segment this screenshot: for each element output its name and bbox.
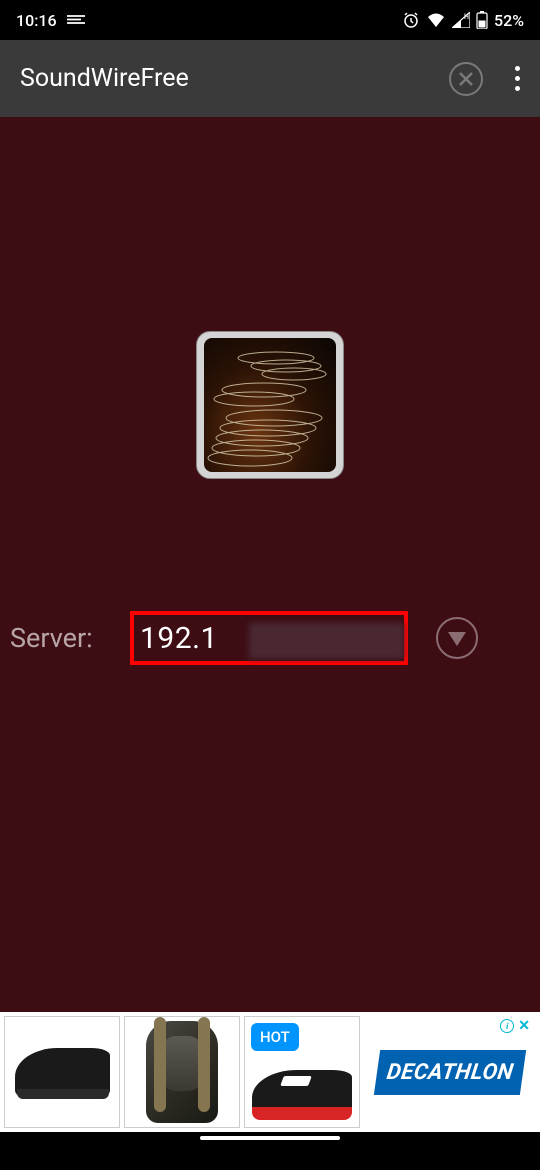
alarm-icon bbox=[402, 11, 420, 29]
main-content: Server: 192.1 bbox=[0, 117, 540, 1012]
signal-icon: H bbox=[452, 12, 470, 28]
navigation-bar bbox=[0, 1132, 540, 1170]
close-button[interactable] bbox=[449, 62, 483, 96]
shoe-icon bbox=[15, 1048, 110, 1096]
battery-icon bbox=[476, 11, 488, 29]
server-row: Server: 192.1 bbox=[0, 611, 540, 665]
server-input-value: 192.1 bbox=[140, 621, 218, 656]
home-handle[interactable] bbox=[200, 1136, 340, 1140]
ad-brand[interactable]: i ✕ DECATHLON bbox=[364, 1016, 536, 1128]
shoe-icon bbox=[252, 1070, 352, 1116]
app-bar-actions bbox=[449, 58, 528, 99]
server-dropdown-button[interactable] bbox=[436, 617, 478, 659]
brand-logo-text: DECATHLON bbox=[374, 1050, 527, 1095]
notification-icon bbox=[67, 15, 85, 25]
hot-badge: HOT bbox=[251, 1023, 299, 1051]
app-logo[interactable] bbox=[196, 331, 344, 479]
app-title: SoundWireFree bbox=[20, 64, 189, 93]
wifi-icon bbox=[426, 12, 446, 28]
coil-icon bbox=[204, 338, 336, 472]
ad-info-icon[interactable]: i bbox=[500, 1019, 514, 1033]
app-bar: SoundWireFree bbox=[0, 40, 540, 117]
ad-product-2[interactable] bbox=[124, 1016, 240, 1128]
ad-product-3[interactable]: HOT bbox=[244, 1016, 360, 1128]
server-input[interactable]: 192.1 bbox=[130, 611, 408, 665]
battery-percent: 52% bbox=[494, 11, 524, 30]
chevron-down-icon bbox=[448, 632, 466, 646]
ad-banner[interactable]: HOT i ✕ DECATHLON bbox=[0, 1012, 540, 1132]
overflow-menu-button[interactable] bbox=[507, 58, 528, 99]
status-left: 10:16 bbox=[16, 11, 85, 30]
ad-controls: i ✕ bbox=[500, 1018, 530, 1034]
close-icon bbox=[458, 71, 474, 87]
svg-text:H: H bbox=[464, 13, 469, 21]
status-right: H 52% bbox=[402, 11, 524, 30]
status-time: 10:16 bbox=[16, 11, 57, 30]
server-label: Server: bbox=[10, 622, 130, 654]
ad-close-icon[interactable]: ✕ bbox=[518, 1018, 530, 1034]
status-bar: 10:16 H 52% bbox=[0, 0, 540, 40]
backpack-icon bbox=[146, 1021, 218, 1123]
ad-product-1[interactable] bbox=[4, 1016, 120, 1128]
server-input-redacted bbox=[249, 623, 404, 659]
